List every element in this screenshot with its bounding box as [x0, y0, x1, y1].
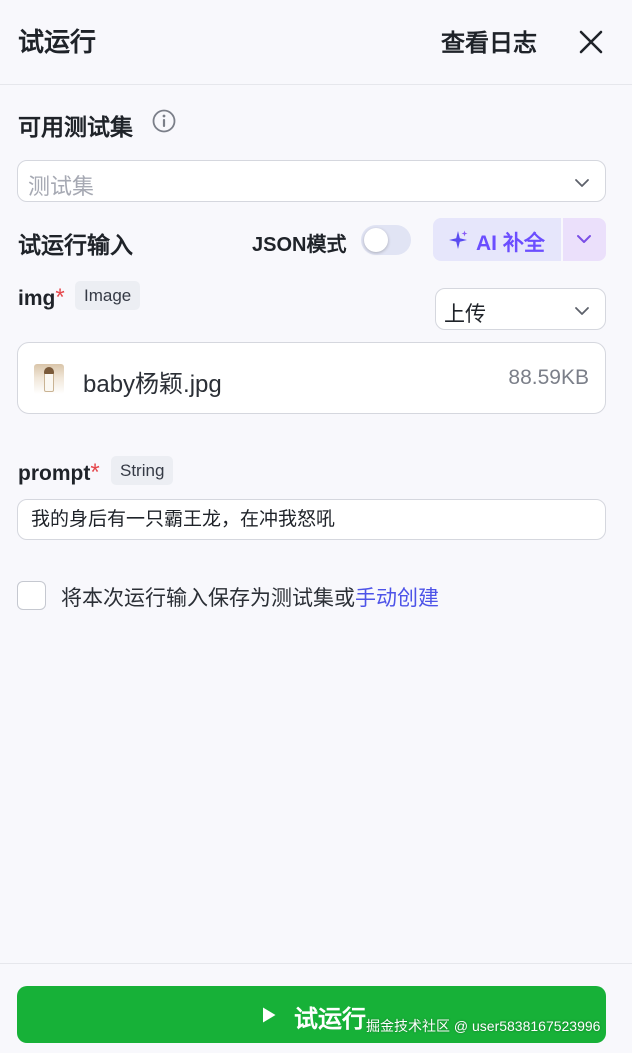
save-option-label: 将本次运行输入保存为测试集或 [61, 587, 355, 610]
chevron-down-icon [577, 235, 591, 243]
prompt-field-name: prompt [18, 462, 91, 485]
ai-complete-label: AI 补全 [476, 232, 545, 255]
chevron-down-icon [575, 307, 589, 315]
close-icon[interactable] [574, 25, 608, 59]
uploaded-file-card[interactable]: baby杨颖.jpg 88.59KB [17, 342, 606, 414]
save-as-test-set-text: 将本次运行输入保存为测试集或手动创建 [61, 582, 439, 612]
prompt-field-label: prompt* [18, 459, 100, 487]
save-as-test-set-checkbox[interactable] [17, 581, 46, 610]
manual-create-link[interactable]: 手动创建 [355, 587, 439, 610]
info-icon[interactable] [151, 108, 177, 134]
file-name: baby杨颖.jpg [83, 371, 222, 398]
test-set-label: 可用测试集 [18, 114, 133, 140]
test-set-select[interactable]: 测试集 [17, 160, 606, 202]
json-mode-toggle[interactable] [361, 225, 411, 255]
required-mark: * [90, 459, 100, 486]
file-size: 88.59KB [508, 366, 589, 389]
chevron-down-icon [575, 179, 589, 187]
panel-title: 试运行 [18, 27, 97, 57]
img-field-label: img* [18, 284, 65, 312]
ai-complete-dropdown[interactable] [563, 218, 606, 261]
prompt-type-tag: String [111, 456, 174, 485]
run-button-label: 试运行 [294, 1006, 366, 1033]
sparkle-icon [449, 230, 468, 249]
toggle-knob [364, 228, 388, 252]
json-mode-label: JSON模式 [252, 234, 347, 256]
prompt-input[interactable]: 我的身后有一只霸王龙，在冲我怒吼 [17, 499, 606, 540]
img-type-tag: Image [75, 281, 141, 310]
view-log-link[interactable]: 查看日志 [441, 23, 537, 58]
watermark: 掘金技术社区 @ user5838167523996 [366, 1018, 601, 1034]
run-input-label: 试运行输入 [18, 232, 133, 258]
img-source-select[interactable]: 上传 [435, 288, 606, 330]
required-mark: * [55, 284, 65, 311]
play-icon [263, 1007, 276, 1023]
img-source-value: 上传 [444, 303, 486, 326]
file-thumbnail [34, 364, 64, 394]
ai-complete-button[interactable]: AI 补全 [433, 218, 561, 261]
panel-header: 试运行 查看日志 [0, 0, 632, 85]
img-field-name: img [18, 287, 56, 310]
test-set-placeholder: 测试集 [28, 174, 95, 199]
